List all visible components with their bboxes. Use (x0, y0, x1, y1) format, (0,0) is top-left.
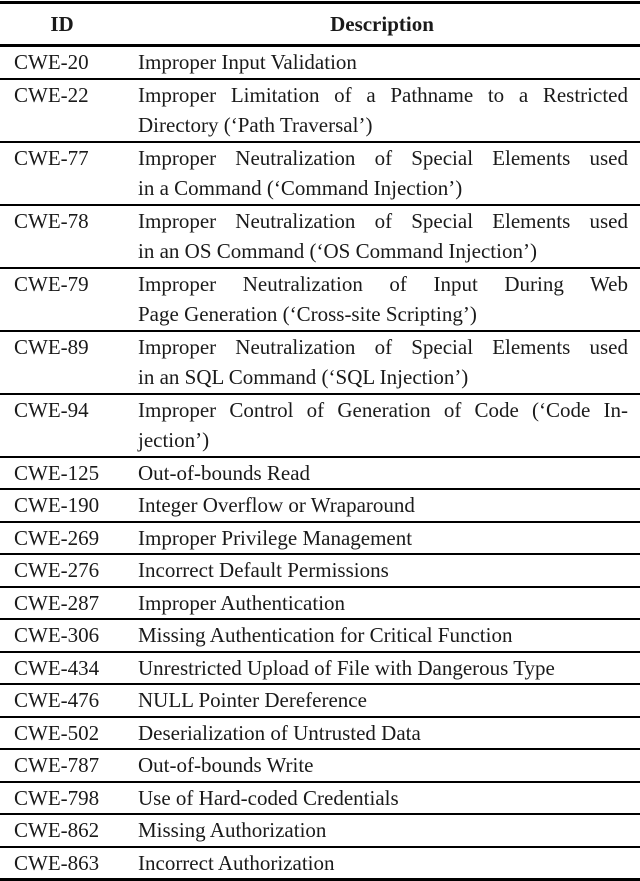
cwe-id: CWE-190 (0, 488, 124, 522)
description-line: in a Command (‘Command Injection’) (138, 176, 463, 200)
cwe-description: Use of Hard-coded Credentials (124, 780, 640, 814)
cwe-id: CWE-94 (0, 392, 124, 457)
cwe-description: Improper Privilege Management (124, 520, 640, 554)
table-row: CWE-863 Incorrect Authorization (0, 845, 640, 880)
table-row: CWE-276 Incorrect Default Permissions (0, 553, 640, 587)
cwe-id: CWE-89 (0, 329, 124, 394)
table-row: CWE-22 Improper Limitation of a Pathname … (0, 77, 640, 142)
cwe-description: Improper Neutralization of Special Eleme… (124, 203, 640, 268)
cwe-description: Improper Neutralization of Special Eleme… (124, 140, 640, 205)
cwe-description: Out-of-bounds Read (124, 455, 640, 489)
cwe-id: CWE-78 (0, 203, 124, 268)
description-line: Integer Overflow or Wraparound (138, 493, 415, 517)
description-line: Improper Neutralization of Input During … (138, 271, 628, 296)
description-line: Incorrect Default Permissions (138, 558, 389, 582)
cwe-id: CWE-476 (0, 683, 124, 717)
description-line: Improper Control of Generation of Code (… (138, 397, 628, 422)
description-line: Out-of-bounds Write (138, 753, 314, 777)
cwe-description: Unrestricted Upload of File with Dangero… (124, 650, 640, 684)
cwe-description: NULL Pointer Dereference (124, 683, 640, 717)
cwe-description: Improper Neutralization of Special Eleme… (124, 329, 640, 394)
description-line: Improper Neutralization of Special Eleme… (138, 208, 628, 233)
cwe-description: Out-of-bounds Write (124, 748, 640, 782)
table-row: CWE-77 Improper Neutralization of Special… (0, 140, 640, 205)
cwe-id: CWE-798 (0, 780, 124, 814)
cwe-id: CWE-125 (0, 455, 124, 489)
table-row: CWE-798 Use of Hard-coded Credentials (0, 780, 640, 814)
table-header: ID Description (0, 2, 640, 47)
cwe-description: Integer Overflow or Wraparound (124, 488, 640, 522)
cwe-id: CWE-306 (0, 618, 124, 652)
cwe-id: CWE-434 (0, 650, 124, 684)
cwe-id: CWE-79 (0, 266, 124, 331)
cwe-description: Improper Limitation of a Pathname to a R… (124, 77, 640, 142)
description-line: Incorrect Authorization (138, 850, 335, 875)
table-row: CWE-89 Improper Neutralization of Special… (0, 329, 640, 394)
description-line: Missing Authentication for Critical Func… (138, 623, 513, 647)
table-row: CWE-306 Missing Authentication for Critic… (0, 618, 640, 652)
description-line: Use of Hard-coded Credentials (138, 785, 399, 810)
description-line: Directory (‘Path Traversal’) (138, 113, 373, 137)
table-row: CWE-79 Improper Neutralization of Input D… (0, 266, 640, 331)
cwe-description: Deserialization of Untrusted Data (124, 715, 640, 749)
cwe-description: Missing Authentication for Critical Func… (124, 618, 640, 652)
description-line: Improper Privilege Management (138, 525, 413, 550)
description-line: in an SQL Command (‘SQL Injection’) (138, 365, 469, 389)
table-row: CWE-502 Deserialization of Untrusted Data (0, 715, 640, 749)
cwe-description: Incorrect Authorization (124, 845, 640, 880)
cwe-description: Incorrect Default Permissions (124, 553, 640, 587)
description-line: Improper Neutralization of Special Eleme… (138, 145, 628, 170)
table-row: CWE-190 Integer Overflow or Wraparound (0, 488, 640, 522)
table-row: CWE-78 Improper Neutralization of Special… (0, 203, 640, 268)
table-row: CWE-476 NULL Pointer Dereference (0, 683, 640, 717)
cwe-description: Improper Neutralization of Input During … (124, 266, 640, 331)
description-line: Improper Limitation of a Pathname to a R… (138, 82, 628, 107)
description-line: Missing Authorization (138, 818, 327, 842)
table-row: CWE-862 Missing Authorization (0, 813, 640, 847)
header-id: ID (0, 2, 124, 47)
cwe-id: CWE-77 (0, 140, 124, 205)
description-line: NULL Pointer Dereference (138, 688, 367, 712)
table-row: CWE-787 Out-of-bounds Write (0, 748, 640, 782)
cwe-id: CWE-787 (0, 748, 124, 782)
description-line: Improper Input Validation (138, 50, 357, 74)
cwe-id: CWE-287 (0, 585, 124, 619)
cwe-id: CWE-22 (0, 77, 124, 142)
description-line: Page Generation (‘Cross-site Scripting’) (138, 302, 477, 326)
cwe-id: CWE-269 (0, 520, 124, 554)
description-line: Deserialization of Untrusted Data (138, 720, 421, 745)
table-row: CWE-287 Improper Authentication (0, 585, 640, 619)
cwe-id: CWE-276 (0, 553, 124, 587)
table-row: CWE-269 Improper Privilege Management (0, 520, 640, 554)
cwe-id: CWE-862 (0, 813, 124, 847)
cwe-description: Improper Authentication (124, 585, 640, 619)
description-line: in an OS Command (‘OS Command Injection’… (138, 239, 537, 263)
table-row: CWE-20 Improper Input Validation (0, 46, 640, 79)
cwe-description: Improper Control of Generation of Code (… (124, 392, 640, 457)
cwe-description: Improper Input Validation (124, 46, 640, 79)
header-row: ID Description (0, 2, 640, 47)
table-row: CWE-94 Improper Control of Generation of … (0, 392, 640, 457)
cwe-id: CWE-863 (0, 845, 124, 880)
table-row: CWE-434 Unrestricted Upload of File with … (0, 650, 640, 684)
cwe-id: CWE-502 (0, 715, 124, 749)
description-line: Out-of-bounds Read (138, 460, 311, 485)
cwe-id: CWE-20 (14, 50, 89, 74)
description-line: Improper Authentication (138, 590, 346, 615)
cwe-description: Missing Authorization (124, 813, 640, 847)
description-line: Unrestricted Upload of File with Dangero… (138, 655, 555, 680)
description-line: Improper Neutralization of Special Eleme… (138, 334, 628, 359)
table-row: CWE-125 Out-of-bounds Read (0, 455, 640, 489)
cwe-table: ID Description CWE-20 Improper Input Vali… (0, 1, 640, 881)
table-body: CWE-20 Improper Input Validation CWE-22 Imp… (0, 46, 640, 880)
description-line: jection’) (138, 428, 210, 452)
header-description: Description (124, 2, 640, 47)
